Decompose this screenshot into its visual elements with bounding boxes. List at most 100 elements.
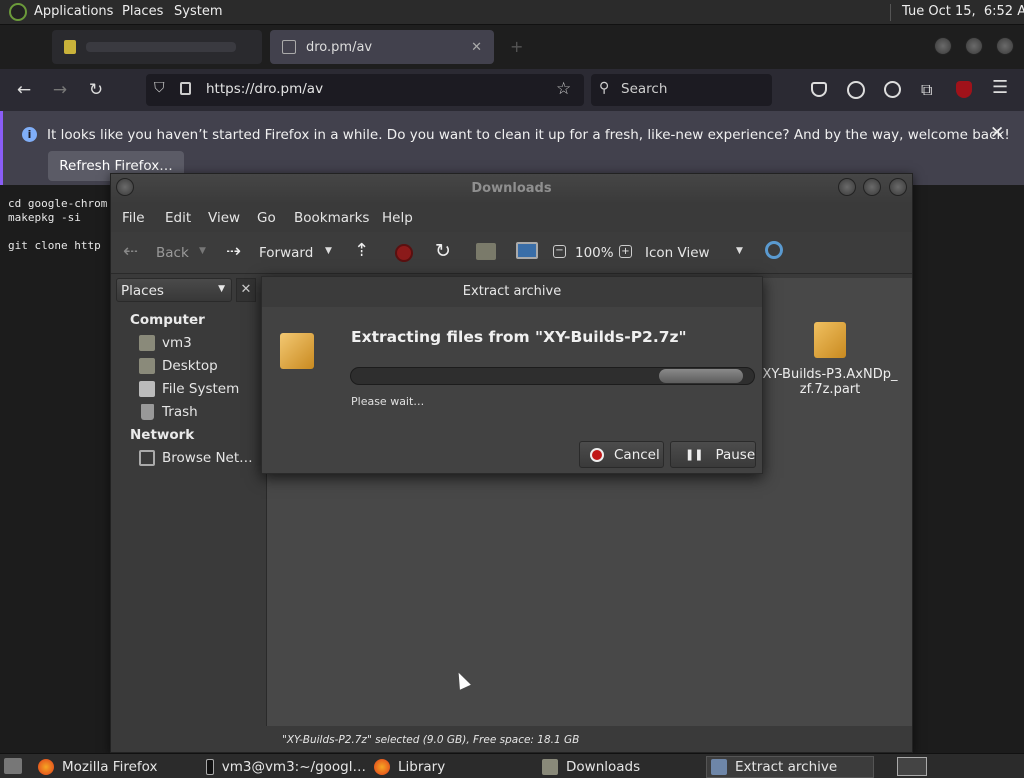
page-icon: [282, 40, 296, 54]
tab-blurred[interactable]: [52, 30, 262, 64]
tab-active[interactable]: dro.pm/av ✕: [270, 30, 494, 64]
bookmark-star-icon[interactable]: ☆: [556, 79, 571, 99]
task-label: Extract archive: [735, 759, 838, 775]
info-icon: i: [22, 127, 37, 142]
workspace-switcher-icon[interactable]: [897, 757, 927, 776]
close-notification-icon[interactable]: ✕: [990, 123, 1004, 143]
terminal-icon: [206, 759, 214, 775]
account-icon[interactable]: [884, 81, 901, 98]
circle-icon[interactable]: [847, 81, 865, 99]
forward-dropdown-icon[interactable]: ▼: [325, 246, 332, 256]
back-arrow-icon[interactable]: ⇠: [123, 241, 138, 262]
archive-icon: [280, 333, 314, 369]
zoom-out-icon[interactable]: −: [553, 245, 566, 258]
window-title[interactable]: Downloads: [111, 174, 912, 204]
drive-icon: [139, 381, 155, 397]
close-sidebar-icon[interactable]: ✕: [236, 278, 256, 302]
extract-dialog: Extract archive Extracting files from "X…: [261, 276, 763, 474]
minimize-icon[interactable]: [934, 37, 952, 55]
back-dropdown-icon[interactable]: ▼: [199, 246, 206, 256]
sidebar-item-trash[interactable]: Trash: [139, 404, 198, 420]
view-mode-select[interactable]: Icon View: [645, 245, 710, 261]
task-extract-archive[interactable]: Extract archive: [706, 756, 874, 778]
task-downloads[interactable]: Downloads: [542, 756, 692, 778]
top-panel: Applications Places System Tue Oct 15, 6…: [0, 0, 1024, 25]
trash-icon: [141, 404, 154, 420]
extract-heading: Extracting files from "XY-Builds-P2.7z": [351, 328, 687, 346]
url-text[interactable]: https://dro.pm/av: [206, 81, 323, 97]
ublock-icon[interactable]: [956, 81, 972, 98]
menu-help[interactable]: Help: [382, 210, 413, 226]
url-bar[interactable]: ⛉ https://dro.pm/av ☆: [146, 74, 584, 106]
menu-view[interactable]: View: [208, 210, 240, 226]
menu-file[interactable]: File: [122, 210, 145, 226]
maximize-icon[interactable]: [863, 178, 881, 196]
tab-favicon-icon: [64, 40, 76, 54]
window-grip-icon[interactable]: [116, 178, 134, 196]
task-label: Mozilla Firefox: [62, 759, 158, 775]
close-window-icon[interactable]: [889, 178, 907, 196]
reload-icon[interactable]: ↻: [435, 240, 451, 262]
view-dropdown-icon[interactable]: ▼: [736, 246, 743, 256]
shield-icon[interactable]: ⛉: [154, 80, 165, 96]
firefox-icon: [38, 759, 54, 775]
sidebar-item-label: Trash: [162, 404, 198, 420]
sidebar-item-filesystem[interactable]: File System: [139, 381, 239, 397]
up-arrow-icon[interactable]: ⇡: [354, 240, 369, 261]
menu-system[interactable]: System: [174, 4, 222, 19]
task-firefox[interactable]: Mozilla Firefox: [38, 756, 188, 778]
forward-arrow-icon[interactable]: ⇢: [226, 241, 241, 262]
menu-bookmarks[interactable]: Bookmarks: [294, 210, 369, 226]
places-dropdown[interactable]: Places ▼: [116, 278, 232, 302]
menu-go[interactable]: Go: [257, 210, 276, 226]
sidebar-header-computer: Computer: [130, 312, 205, 328]
back-icon[interactable]: ←: [10, 76, 38, 104]
places-selector[interactable]: Places ▼ ✕: [111, 278, 259, 302]
terminal-line: cd google-chrom: [8, 197, 108, 210]
cancel-icon: [590, 447, 604, 462]
cancel-button[interactable]: Cancel: [579, 441, 664, 468]
computer-icon[interactable]: [516, 242, 538, 259]
folder-icon: [542, 759, 558, 775]
forward-icon[interactable]: →: [46, 76, 74, 104]
forward-button[interactable]: Forward: [259, 245, 313, 261]
task-terminal[interactable]: vm3@vm3:~/googl…: [206, 756, 366, 778]
maximize-icon[interactable]: [965, 37, 983, 55]
task-library[interactable]: Library: [374, 756, 524, 778]
pause-button[interactable]: ❚❚ Pause: [670, 441, 756, 468]
distro-logo-icon[interactable]: [9, 3, 27, 21]
show-desktop-icon[interactable]: [4, 758, 22, 774]
close-window-icon[interactable]: [996, 37, 1014, 55]
extract-status: Please wait…: [351, 395, 425, 408]
back-button[interactable]: Back: [156, 245, 189, 261]
task-label: Downloads: [566, 759, 641, 775]
file-item[interactable]: XY-Builds-P3.AxNDp_ zf.7z.part: [755, 322, 905, 397]
pocket-icon[interactable]: [811, 82, 827, 97]
menu-hamburger-icon[interactable]: ☰: [992, 77, 1008, 98]
menu-applications[interactable]: Applications: [34, 4, 113, 19]
sidebar-item-vm3[interactable]: vm3: [139, 335, 192, 351]
clock[interactable]: Tue Oct 15, 6:52 AM: [902, 4, 1024, 19]
lock-icon[interactable]: [180, 82, 191, 95]
tab-blurred-title: [86, 42, 236, 52]
search-icon[interactable]: [765, 241, 783, 259]
minimize-icon[interactable]: [838, 178, 856, 196]
menu-places[interactable]: Places: [122, 4, 163, 19]
close-tab-icon[interactable]: ✕: [471, 40, 482, 55]
zoom-in-icon[interactable]: +: [619, 245, 632, 258]
sidebar: Computer vm3 Desktop File System Trash N…: [111, 302, 259, 726]
home-icon[interactable]: [476, 243, 496, 260]
search-bar[interactable]: ⚲ Search: [591, 74, 772, 106]
sidebar-item-desktop[interactable]: Desktop: [139, 358, 218, 374]
sidebar-item-browse-network[interactable]: Browse Net…: [139, 450, 253, 466]
file-name-line2: zf.7z.part: [799, 382, 861, 397]
dialog-title[interactable]: Extract archive: [262, 277, 762, 307]
extensions-icon[interactable]: ⧉: [921, 80, 932, 100]
search-placeholder: Search: [621, 81, 668, 97]
sidebar-item-label: Browse Net…: [162, 450, 253, 466]
reload-icon[interactable]: ↻: [82, 76, 110, 104]
menu-edit[interactable]: Edit: [165, 210, 191, 226]
stop-icon[interactable]: [395, 244, 413, 262]
new-tab-icon[interactable]: +: [510, 37, 523, 56]
firefox-tabbar: dro.pm/av ✕ +: [0, 25, 1024, 69]
